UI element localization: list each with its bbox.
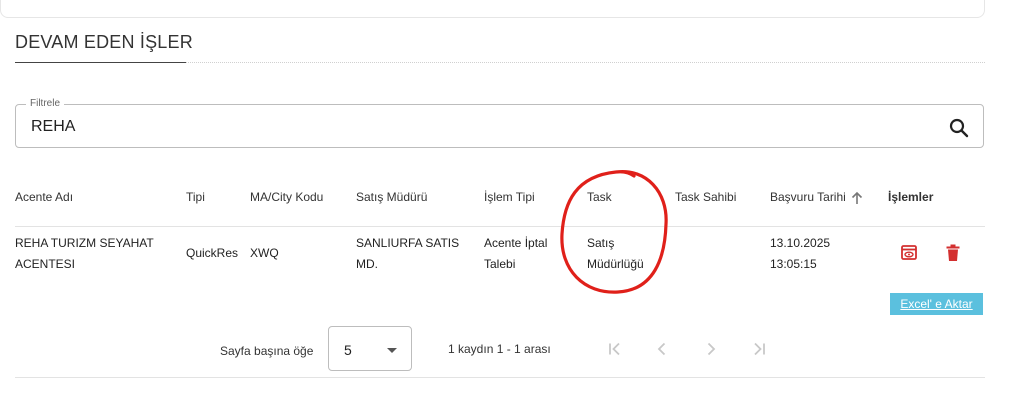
cell-sales-manager: SANLIURFA SATIS MD. <box>356 233 459 275</box>
header-type[interactable]: Tipi <box>186 190 205 204</box>
cell-time: 13:05:15 <box>770 257 817 271</box>
trash-icon[interactable] <box>942 242 964 264</box>
first-page-icon[interactable] <box>606 340 624 358</box>
cell-application-date: 13.10.2025 13:05:15 <box>770 233 830 275</box>
filter-input-box[interactable] <box>15 104 984 148</box>
header-application-date[interactable]: Başvuru Tarihi <box>770 190 846 204</box>
cell-sales-manager-line1: SANLIURFA SATIS <box>356 236 460 250</box>
filter-label: Filtrele <box>26 98 65 109</box>
cell-agency-line2: ACENTESI <box>15 257 76 271</box>
cell-transaction-type-line2: Talebi <box>484 257 516 271</box>
top-card <box>0 0 985 18</box>
cell-type: QuickRes <box>186 246 239 260</box>
cell-task: Satış Müdürlüğü <box>587 233 644 275</box>
cell-task-line1: Satış <box>587 236 615 250</box>
chevron-right-icon[interactable] <box>702 340 720 358</box>
cell-transaction-type-line1: Acente İptal <box>484 236 548 250</box>
bottom-divider <box>15 377 985 378</box>
rows-per-page-label: Sayfa başına öğe <box>220 344 314 358</box>
page-size-value: 5 <box>344 342 352 358</box>
annotation-circle <box>560 170 668 294</box>
page-size-select[interactable]: 5 <box>328 326 412 371</box>
cell-agency-line1: REHA TURIZM SEYAHAT <box>15 236 154 250</box>
header-agency[interactable]: Acente Adı <box>15 190 73 204</box>
header-task-owner[interactable]: Task Sahibi <box>675 190 736 204</box>
header-actions: İşlemler <box>888 190 934 204</box>
section-title: DEVAM EDEN İŞLER <box>15 32 193 52</box>
header-sales-manager[interactable]: Satış Müdürü <box>356 190 427 204</box>
cell-transaction-type: Acente İptal Talebi <box>484 233 547 275</box>
last-page-icon[interactable] <box>750 340 768 358</box>
search-icon[interactable] <box>947 116 971 140</box>
cell-sales-manager-line2: MD. <box>356 257 378 271</box>
header-task[interactable]: Task <box>587 190 612 204</box>
pagination-range: 1 kaydın 1 - 1 arası <box>448 342 551 356</box>
cell-agency: REHA TURIZM SEYAHAT ACENTESI <box>15 233 154 275</box>
arrow-up-icon[interactable] <box>850 191 864 205</box>
caret-down-icon <box>387 348 397 353</box>
title-underline <box>15 62 186 63</box>
cell-ma-city: XWQ <box>250 246 279 260</box>
filter-input[interactable]: REHA <box>31 118 75 136</box>
chevron-left-icon[interactable] <box>653 340 671 358</box>
header-transaction-type[interactable]: İşlem Tipi <box>484 190 535 204</box>
cell-date: 13.10.2025 <box>770 236 831 250</box>
header-ma-city[interactable]: MA/City Kodu <box>250 190 323 204</box>
header-divider <box>15 226 985 227</box>
view-icon[interactable] <box>898 242 920 264</box>
export-excel-button[interactable]: Excel' e Aktar <box>890 293 983 315</box>
cell-task-line2: Müdürlüğü <box>587 257 644 271</box>
